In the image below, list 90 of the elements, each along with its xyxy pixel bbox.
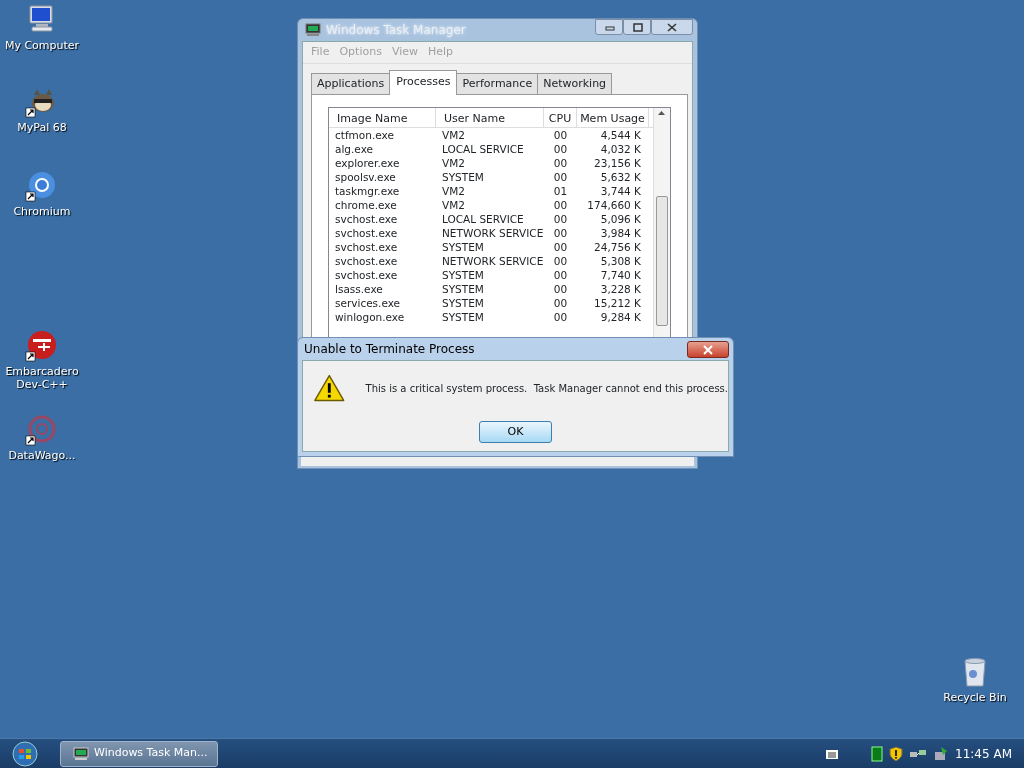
table-cell-text: 174,660 K bbox=[586, 198, 642, 212]
table-cell-text: services.exe bbox=[334, 296, 402, 310]
table-cell-text: 15,212 K bbox=[593, 296, 642, 310]
table-cell-text: lsass.exe bbox=[334, 282, 384, 296]
icon-label[interactable]: Embarcadero Dev-C++ bbox=[0, 365, 84, 391]
minimize-button[interactable] bbox=[595, 19, 623, 35]
tab[interactable]: Applications bbox=[311, 72, 391, 94]
meter-icon[interactable] bbox=[871, 745, 884, 762]
table-cell-text: LOCAL SERVICE bbox=[441, 142, 525, 156]
close-button[interactable] bbox=[651, 19, 693, 35]
table-cell-text: 00 bbox=[552, 310, 569, 324]
table-cell-text: 01 bbox=[552, 184, 569, 198]
close-icon bbox=[702, 344, 714, 355]
table-cell-text: SYSTEM bbox=[441, 268, 485, 282]
table-cell-text: 3,744 K bbox=[599, 184, 642, 198]
tab[interactable]: Performance bbox=[456, 72, 539, 94]
table-cell-text: 00 bbox=[552, 226, 569, 240]
table-cell-text: 3,228 K bbox=[599, 282, 642, 296]
table-cell-text: 5,308 K bbox=[599, 254, 642, 268]
table-cell-text: VM2 bbox=[441, 156, 466, 170]
table-cell-text: spoolsv.exe bbox=[334, 170, 397, 184]
table-cell-text: 00 bbox=[552, 268, 569, 282]
device-icon[interactable] bbox=[933, 745, 950, 762]
table-cell-text: svchost.exe bbox=[334, 212, 399, 226]
table-cell-text: SYSTEM bbox=[441, 296, 485, 310]
task-manager-icon bbox=[305, 23, 321, 37]
close-icon bbox=[665, 21, 679, 33]
table-cell-text: SYSTEM bbox=[441, 282, 485, 296]
table-cell-text: winlogon.exe bbox=[334, 310, 406, 324]
table-cell-text: 4,032 K bbox=[599, 142, 642, 156]
maximize-button[interactable] bbox=[623, 19, 651, 35]
icon-label[interactable]: DataWago... bbox=[8, 449, 76, 462]
table-cell-text: 3,984 K bbox=[599, 226, 642, 240]
table-cell-text: 24,756 K bbox=[593, 240, 642, 254]
table-cell-text: 00 bbox=[552, 128, 569, 142]
table-cell-text: 4,544 K bbox=[599, 128, 642, 142]
table-cell-text: VM2 bbox=[441, 184, 466, 198]
shield-warning-icon[interactable] bbox=[889, 745, 904, 762]
column-header[interactable]: Image Name bbox=[329, 108, 436, 127]
table-cell-text: svchost.exe bbox=[334, 240, 399, 254]
table-cell-text: 00 bbox=[552, 296, 569, 310]
table-cell-text: 23,156 K bbox=[593, 156, 642, 170]
table-cell-text: 00 bbox=[552, 254, 569, 268]
tab[interactable]: Networking bbox=[537, 72, 613, 94]
table-cell-text: 00 bbox=[552, 170, 569, 184]
column-header[interactable]: Mem Usage bbox=[577, 108, 649, 127]
table-cell-text: 00 bbox=[552, 212, 569, 226]
task-manager-icon bbox=[73, 746, 89, 761]
table-cell-text: VM2 bbox=[441, 198, 466, 212]
table-cell-text: 9,284 K bbox=[599, 310, 642, 324]
taskbar-button[interactable]: Windows Task Man... bbox=[60, 740, 218, 767]
tab[interactable]: Processes bbox=[389, 69, 458, 95]
table-cell-text: taskmgr.exe bbox=[334, 184, 401, 198]
column-header[interactable]: User Name bbox=[436, 108, 544, 127]
table-cell-text: svchost.exe bbox=[334, 268, 399, 282]
table-cell-text: 00 bbox=[552, 156, 569, 170]
clock[interactable]: 11:45 AM bbox=[955, 744, 1012, 763]
table-cell-text: 00 bbox=[552, 198, 569, 212]
close-button[interactable] bbox=[687, 340, 729, 358]
table-cell-text: 5,096 K bbox=[599, 212, 642, 226]
dialog-message: This is a critical system process. Task Manager cannot end this process. bbox=[365, 381, 728, 396]
window-title: Windows Task Manager bbox=[326, 22, 466, 39]
table-cell-text: 00 bbox=[552, 240, 569, 254]
icon-label[interactable]: MyPal 68 bbox=[17, 121, 67, 134]
table-cell-text: 7,740 K bbox=[599, 268, 642, 282]
ok-button[interactable]: OK bbox=[479, 421, 552, 443]
table-cell-text: 5,632 K bbox=[599, 170, 642, 184]
icon-label[interactable]: Recycle Bin bbox=[943, 691, 1007, 704]
table-cell-text: svchost.exe bbox=[334, 226, 399, 240]
column-header[interactable]: CPU bbox=[544, 108, 577, 127]
table-cell-text: chrome.exe bbox=[334, 198, 398, 212]
table-cell-text: ctfmon.exe bbox=[334, 128, 395, 142]
table-cell-text: 00 bbox=[552, 142, 569, 156]
table-cell-text: NETWORK SERVICE bbox=[441, 254, 544, 268]
table-cell-text: NETWORK SERVICE bbox=[441, 226, 544, 240]
table-cell-text: 00 bbox=[552, 282, 569, 296]
table-cell-text: svchost.exe bbox=[334, 254, 399, 268]
maximize-icon bbox=[631, 21, 645, 33]
table-cell-text: SYSTEM bbox=[441, 240, 485, 254]
table-cell-text: VM2 bbox=[441, 128, 466, 142]
dialog-title: Unable to Terminate Process bbox=[304, 341, 475, 358]
table-cell-text: SYSTEM bbox=[441, 170, 485, 184]
table-cell-text: explorer.exe bbox=[334, 156, 401, 170]
warning-icon bbox=[313, 373, 346, 403]
table-cell-text: SYSTEM bbox=[441, 310, 485, 324]
keyboard-icon[interactable] bbox=[825, 747, 840, 760]
icon-label[interactable]: Chromium bbox=[13, 205, 71, 218]
icon-label[interactable]: My Computer bbox=[4, 39, 80, 52]
table-cell-text: alg.exe bbox=[334, 142, 374, 156]
table-cell-text: LOCAL SERVICE bbox=[441, 212, 525, 226]
